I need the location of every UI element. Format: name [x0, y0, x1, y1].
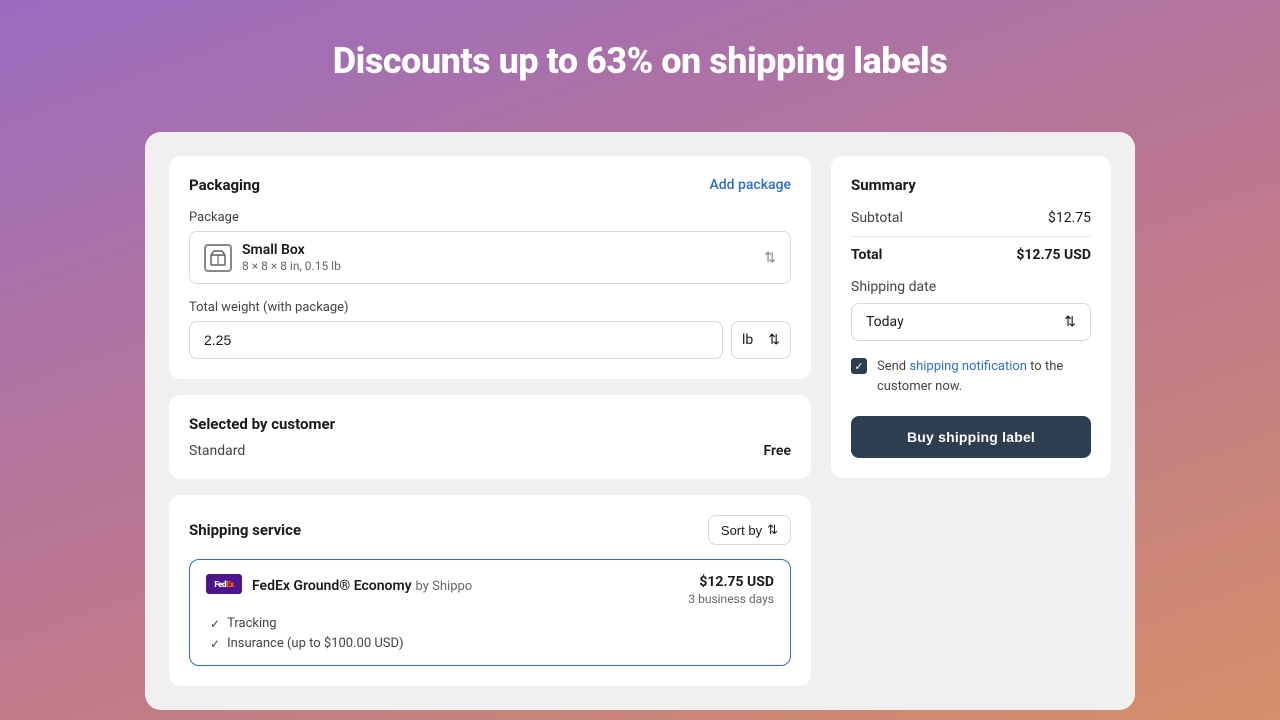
package-select-left: Small Box 8 × 8 × 8 in, 0.15 lb	[204, 242, 341, 273]
packaging-header: Packaging Add package	[189, 176, 791, 194]
notification-text: Send shipping notification to the custom…	[877, 357, 1091, 396]
total-value: $12.75 USD	[1016, 247, 1091, 263]
feature-tracking-label: Tracking	[227, 616, 277, 631]
unit-chevron-icon: ⇅	[768, 332, 780, 348]
weight-input[interactable]	[189, 321, 723, 359]
summary-card: Summary Subtotal $12.75 Total $12.75 USD…	[831, 156, 1111, 478]
date-chevron-icon: ⇅	[1064, 314, 1076, 330]
summary-title: Summary	[851, 176, 1091, 194]
check-icon: ✓	[210, 617, 220, 631]
service-features: ✓ Tracking ✓ Insurance (up to $100.00 US…	[206, 616, 774, 651]
box-icon	[204, 244, 232, 272]
main-card: Packaging Add package Package	[145, 132, 1135, 710]
fedex-logo: FedEx	[206, 574, 242, 594]
buy-shipping-label-button[interactable]: Buy shipping label	[851, 416, 1091, 458]
notification-checkbox[interactable]: ✓	[851, 358, 867, 374]
shipping-date-value: Today	[866, 314, 904, 330]
right-column: Summary Subtotal $12.75 Total $12.75 USD…	[831, 156, 1111, 686]
checkbox-check-icon: ✓	[854, 360, 863, 373]
service-days: 3 business days	[688, 592, 774, 606]
service-name-group: FedEx Ground® Economy by Shippo	[252, 575, 472, 594]
service-top: FedEx FedEx Ground® Economy by Shippo $1…	[206, 574, 774, 606]
check-icon-2: ✓	[210, 637, 220, 651]
customer-section-title: Selected by customer	[189, 415, 791, 433]
weight-unit-select[interactable]: lb ⇅	[731, 321, 791, 359]
notification-link[interactable]: shipping notification	[909, 359, 1027, 374]
summary-divider	[851, 236, 1091, 237]
service-provider: by Shippo	[416, 579, 473, 594]
subtotal-value: $12.75	[1048, 210, 1091, 226]
weight-row: lb ⇅	[189, 321, 791, 359]
shipping-service-title: Shipping service	[189, 521, 301, 539]
package-info: Small Box 8 × 8 × 8 in, 0.15 lb	[242, 242, 341, 273]
total-label: Total	[851, 247, 882, 263]
service-price: $12.75 USD	[688, 574, 774, 590]
service-price-group: $12.75 USD 3 business days	[688, 574, 774, 606]
sort-label: Sort by	[721, 523, 762, 538]
package-dims: 8 × 8 × 8 in, 0.15 lb	[242, 259, 341, 273]
chevron-updown-icon: ⇅	[764, 250, 776, 266]
sort-button[interactable]: Sort by ⇅	[708, 515, 791, 545]
weight-field-label: Total weight (with package)	[189, 300, 791, 315]
page-title: Discounts up to 63% on shipping labels	[313, 0, 967, 132]
left-column: Packaging Add package Package	[169, 156, 811, 686]
shipping-date-label: Shipping date	[851, 279, 1091, 295]
weight-unit-label: lb	[742, 332, 753, 348]
subtotal-label: Subtotal	[851, 210, 903, 226]
feature-insurance: ✓ Insurance (up to $100.00 USD)	[210, 636, 774, 651]
add-package-link[interactable]: Add package	[709, 177, 791, 193]
shipping-service-header: Shipping service Sort by ⇅	[189, 515, 791, 545]
service-item-fedex[interactable]: FedEx FedEx Ground® Economy by Shippo $1…	[189, 559, 791, 666]
feature-insurance-label: Insurance (up to $100.00 USD)	[227, 636, 404, 651]
service-carrier-name: FedEx Ground® Economy	[252, 578, 412, 594]
customer-section: Selected by customer Standard Free	[169, 395, 811, 479]
packaging-title: Packaging	[189, 176, 260, 194]
feature-tracking: ✓ Tracking	[210, 616, 774, 631]
service-name-row: FedEx FedEx Ground® Economy by Shippo	[206, 574, 472, 594]
customer-method-row: Standard Free	[189, 443, 791, 459]
package-select[interactable]: Small Box 8 × 8 × 8 in, 0.15 lb ⇅	[189, 231, 791, 284]
customer-method-price: Free	[764, 443, 792, 459]
customer-method-name: Standard	[189, 443, 245, 459]
packaging-section: Packaging Add package Package	[169, 156, 811, 379]
subtotal-row: Subtotal $12.75	[851, 210, 1091, 226]
package-name: Small Box	[242, 242, 341, 258]
package-field-label: Package	[189, 210, 791, 225]
sort-chevron-icon: ⇅	[767, 522, 778, 538]
shipping-service-section: Shipping service Sort by ⇅ FedEx FedEx G…	[169, 495, 811, 686]
total-row: Total $12.75 USD	[851, 247, 1091, 263]
shipping-date-select[interactable]: Today ⇅	[851, 303, 1091, 341]
notification-row: ✓ Send shipping notification to the cust…	[851, 357, 1091, 396]
